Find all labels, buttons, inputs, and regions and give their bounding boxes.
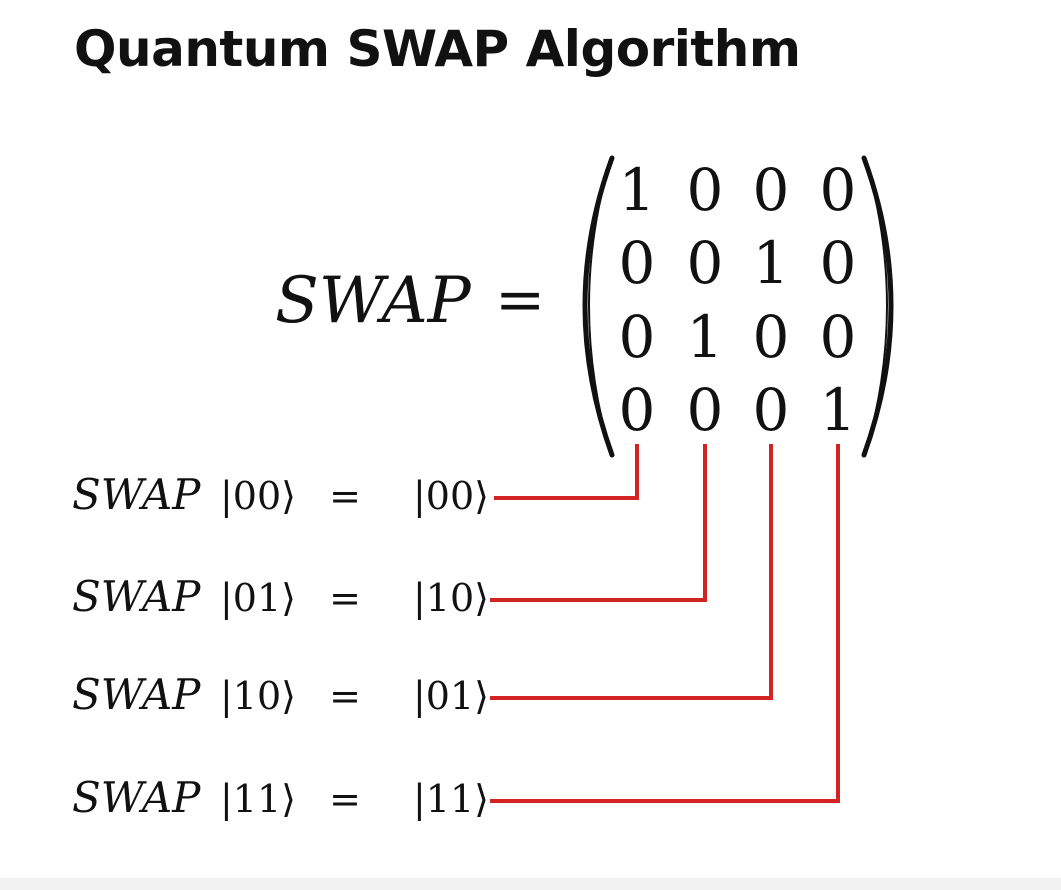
matrix-cell-r4-c1: 0 bbox=[619, 376, 656, 444]
swap-label: SWAP bbox=[275, 264, 472, 338]
matrix-cell-r2-c4: 0 bbox=[820, 229, 857, 297]
connector-lines bbox=[490, 444, 840, 803]
equation-equals: = bbox=[329, 674, 361, 718]
matrix-cell-r2-c1: 0 bbox=[619, 229, 656, 297]
matrix-cell-r1-c4: 0 bbox=[820, 156, 857, 224]
equation-equals: = bbox=[329, 777, 361, 821]
equation-row: SWAP |01⟩ = |10⟩ bbox=[72, 572, 489, 621]
bottom-strip bbox=[0, 878, 1061, 890]
equation-row: SWAP |00⟩ = |00⟩ bbox=[72, 470, 489, 519]
equation-list: SWAP |00⟩ = |00⟩SWAP |01⟩ = |10⟩SWAP |10⟩ = |01⟩S… bbox=[72, 470, 489, 822]
equation-output-ket: |11⟩ bbox=[413, 777, 489, 821]
swap-diagram: SWAP = 1 0 0 00 0 1 00 1 0 00 0 0 1 SWAP |00⟩ = |00⟩SWA… bbox=[72, 155, 894, 822]
matrix-cell-r4-c4: 1 bbox=[820, 376, 857, 444]
equation-output-ket: |00⟩ bbox=[413, 474, 489, 518]
equation-row: SWAP |11⟩ = |11⟩ bbox=[72, 773, 489, 822]
matrix-cell-r3-c2: 1 bbox=[687, 303, 724, 371]
connector-line-2 bbox=[490, 444, 707, 602]
equation-equals: = bbox=[329, 474, 361, 518]
equation-input-ket: |00⟩ bbox=[220, 474, 296, 518]
matrix-cell-r2-c3: 1 bbox=[753, 229, 790, 297]
matrix-cell-r1-c3: 0 bbox=[753, 156, 790, 224]
matrix-cell-r3-c1: 0 bbox=[619, 303, 656, 371]
equation-operator: SWAP bbox=[72, 773, 201, 822]
matrix-left-paren-inner bbox=[588, 161, 611, 452]
equation-input-ket: |11⟩ bbox=[220, 777, 296, 821]
matrix-right-paren-inner bbox=[865, 161, 888, 452]
equation-output-ket: |10⟩ bbox=[413, 576, 489, 620]
equation-operator: SWAP bbox=[72, 572, 201, 621]
equation-row: SWAP |10⟩ = |01⟩ bbox=[72, 670, 489, 719]
matrix-cells: 1 0 0 00 0 1 00 1 0 00 0 0 1 bbox=[619, 156, 857, 444]
matrix-cell-r3-c4: 0 bbox=[820, 303, 857, 371]
matrix-cell-r4-c2: 0 bbox=[687, 376, 724, 444]
equation-input-ket: |01⟩ bbox=[220, 576, 296, 620]
equation-output-ket: |01⟩ bbox=[413, 674, 489, 718]
matrix-cell-r3-c3: 0 bbox=[753, 303, 790, 371]
matrix-cell-r2-c2: 0 bbox=[687, 229, 724, 297]
connector-line-3 bbox=[490, 444, 773, 700]
matrix-cell-r1-c2: 0 bbox=[687, 156, 724, 224]
matrix-cell-r4-c3: 0 bbox=[753, 376, 790, 444]
equation-equals: = bbox=[329, 576, 361, 620]
swap-equals: = bbox=[495, 265, 545, 335]
equation-operator: SWAP bbox=[72, 670, 201, 719]
connector-line-1 bbox=[494, 444, 639, 500]
equation-input-ket: |10⟩ bbox=[220, 674, 296, 718]
matrix-cell-r1-c1: 1 bbox=[619, 156, 656, 224]
equation-operator: SWAP bbox=[72, 470, 201, 519]
